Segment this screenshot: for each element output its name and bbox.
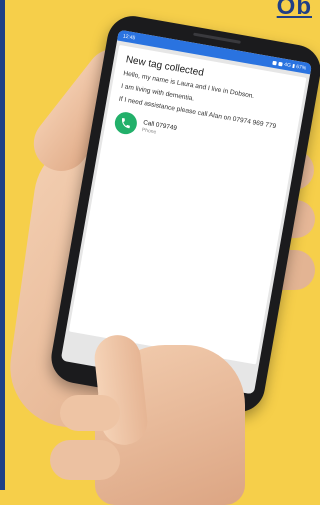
signal-icon [272, 60, 277, 65]
status-right-text: 4G ▮ 67% [283, 61, 307, 72]
status-icons: 4G ▮ 67% [272, 59, 307, 71]
right-finger [50, 440, 120, 480]
right-finger [60, 395, 120, 431]
phone-speaker [193, 32, 241, 44]
battery-icon [278, 61, 283, 66]
status-time: 12:45 [122, 32, 136, 41]
nfc-tag-dialog: New tag collected Hello, my name is Laur… [68, 44, 307, 365]
hands-holding-phone: 12:45 4G ▮ 67% New tag collected Hello, … [0, 0, 320, 505]
phone-icon[interactable] [113, 110, 139, 136]
phone-screen: 12:45 4G ▮ 67% New tag collected Hello, … [60, 29, 313, 395]
